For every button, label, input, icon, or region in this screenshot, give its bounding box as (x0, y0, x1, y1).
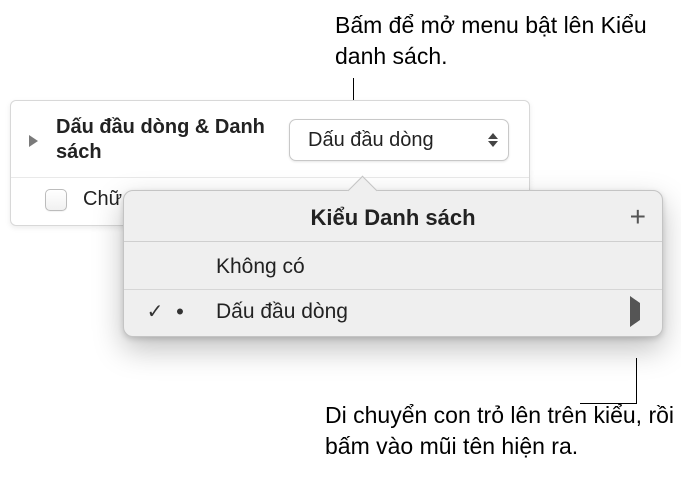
checkbox-label: Chữ (83, 188, 122, 211)
style-label: Không có (216, 255, 305, 279)
add-style-button[interactable]: + (630, 203, 646, 231)
style-row-none[interactable]: Không có (124, 245, 662, 289)
list-style-popover: Kiểu Danh sách + Không có ✓ • Dấu đầu dò… (123, 190, 663, 337)
dropdown-value: Dấu đầu dòng (308, 129, 434, 152)
callout-leader-bottom-v (636, 358, 637, 403)
style-label: Dấu đầu dòng (216, 300, 348, 324)
chevron-updown-icon (488, 133, 498, 147)
checkmark-icon: ✓ (142, 299, 168, 324)
chevron-right-icon[interactable] (630, 303, 640, 321)
list-style-dropdown[interactable]: Dấu đầu dòng (289, 119, 509, 161)
popover-list: Không có ✓ • Dấu đầu dòng (124, 242, 662, 336)
style-row-bullet[interactable]: ✓ • Dấu đầu dòng (124, 289, 662, 333)
disclosure-triangle-icon[interactable] (29, 135, 38, 147)
bullet-glyph-icon: • (168, 299, 192, 325)
callout-bottom: Di chuyển con trỏ lên trên kiểu, rồi bấm… (325, 400, 681, 462)
bullets-lists-row: Dấu đầu dòng & Danh sách Dấu đầu dòng (11, 101, 529, 177)
callout-top: Bấm để mở menu bật lên Kiểu danh sách. (335, 10, 681, 72)
section-label: Dấu đầu dòng & Danh sách (56, 115, 289, 165)
popover-title: Kiểu Danh sách (124, 205, 662, 231)
text-checkbox[interactable] (45, 189, 67, 211)
